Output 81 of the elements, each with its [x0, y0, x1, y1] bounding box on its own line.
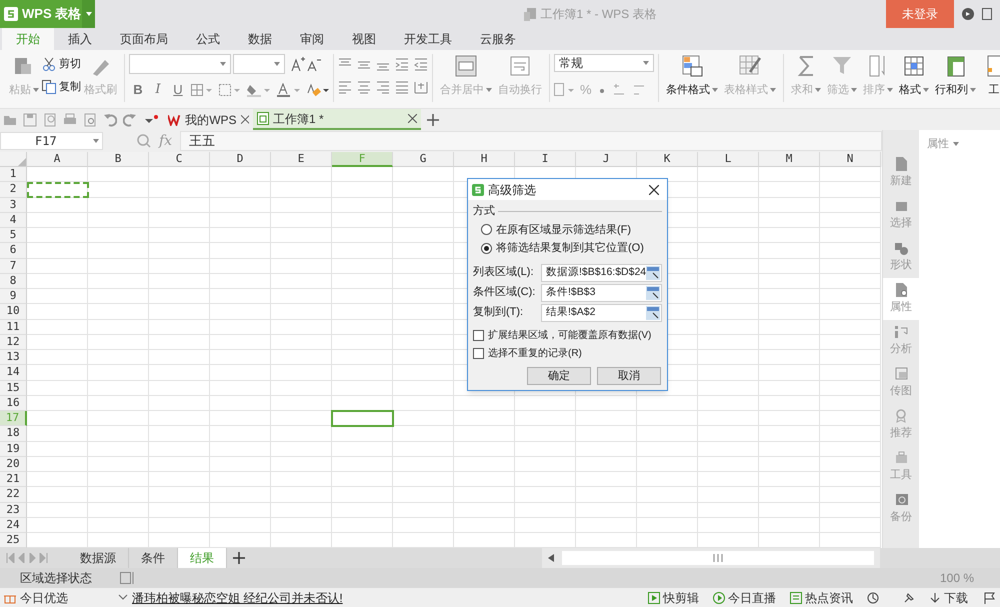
field-label: 条件区域(C): [473, 285, 536, 300]
menu-tab[interactable]: 审阅 [286, 28, 338, 50]
row-header[interactable]: 21 [0, 472, 27, 488]
column-header[interactable]: D [210, 152, 271, 167]
row-header[interactable]: 9 [0, 289, 27, 304]
row-header[interactable]: 11 [0, 320, 27, 335]
range-field[interactable]: 条件!$B$3 [541, 284, 662, 302]
column-header[interactable]: H [454, 152, 515, 167]
row-header[interactable]: 24 [0, 518, 27, 533]
column-header[interactable]: C [149, 152, 210, 167]
ribbon-button[interactable]: 行和列 [932, 54, 979, 98]
ribbon-button[interactable]: 格式 [896, 54, 932, 98]
column-header[interactable]: B [88, 152, 149, 167]
news-bar-button[interactable]: 快剪辑 [648, 588, 699, 606]
row-header[interactable]: 15 [0, 380, 27, 396]
column-header[interactable]: L [698, 152, 759, 167]
ribbon-button[interactable]: 剪切 [42, 56, 81, 72]
dialog-title: 高级筛选 [488, 182, 537, 198]
document-tab[interactable]: 工作簿1 * [253, 109, 421, 130]
row-header[interactable]: 18 [0, 426, 27, 442]
number-format-dropdown[interactable]: 常规 [554, 54, 654, 72]
menu-tab[interactable]: 页面布局 [106, 28, 182, 50]
ribbon-button[interactable]: 条件格式 [663, 54, 721, 98]
row-header[interactable]: 10 [0, 304, 27, 320]
news-link[interactable]: 潘玮柏被曝秘恋空姐 经纪公司并未否认! [132, 588, 343, 606]
window-title: 工作簿1 * - WPS 表格 [540, 6, 656, 23]
row-header[interactable]: 20 [0, 456, 27, 472]
news-bar-button[interactable]: 下载 [929, 588, 968, 606]
row-header[interactable]: 6 [0, 243, 27, 258]
ribbon-button[interactable]: 复制 [42, 78, 81, 95]
row-header[interactable]: 2 [0, 182, 27, 198]
news-bar-button[interactable]: 热点资讯 [790, 588, 853, 606]
menu-tab[interactable]: 公式 [182, 28, 234, 50]
column-header[interactable]: J [576, 152, 637, 167]
style-button[interactable]: U [171, 80, 185, 100]
status-text: 区域选择状态 [20, 570, 92, 587]
row-header[interactable]: 22 [0, 487, 27, 502]
column-header[interactable]: A [27, 152, 88, 167]
column-header[interactable]: K [637, 152, 698, 167]
news-bar-button[interactable]: 今日直播 [713, 588, 776, 606]
dialog-button[interactable]: 确定 [527, 366, 591, 384]
row-header[interactable]: 5 [0, 228, 27, 244]
range-field[interactable]: 数据源!$B$16:$D$24 [541, 264, 662, 282]
column-header[interactable]: M [759, 152, 820, 167]
section-label: 方式 [473, 204, 495, 219]
row-header[interactable]: 23 [0, 502, 27, 518]
menu-tab[interactable]: 插入 [54, 28, 106, 50]
menu-tab[interactable]: 云服务 [466, 28, 530, 50]
radio-option[interactable]: 将筛选结果复制到其它位置(O) [473, 240, 662, 256]
field-label: 复制到(T): [473, 305, 524, 320]
row-header[interactable]: 1 [0, 167, 27, 182]
field-label: 列表区域(L): [473, 265, 534, 280]
menu-tab[interactable]: 视图 [338, 28, 390, 50]
column-header[interactable]: I [515, 152, 576, 167]
column-header[interactable]: N [820, 152, 881, 167]
row-header[interactable]: 12 [0, 334, 27, 350]
row-header[interactable]: 8 [0, 274, 27, 289]
checkbox-option[interactable]: 选择不重复的记录(R) [473, 346, 662, 360]
row-header[interactable]: 16 [0, 396, 27, 411]
menu-tab[interactable]: 开发工具 [390, 28, 466, 50]
checkbox-option[interactable]: 扩展结果区域，可能覆盖原有数据(V) [473, 328, 662, 342]
ribbon-button[interactable]: 工 [979, 54, 1000, 98]
row-header[interactable]: 19 [0, 442, 27, 457]
row-header[interactable]: 3 [0, 198, 27, 213]
dialog-button[interactable]: 取消 [597, 366, 661, 384]
column-header[interactable]: G [393, 152, 454, 167]
row-header[interactable]: 13 [0, 350, 27, 366]
style-button[interactable]: B [131, 80, 145, 100]
sheet-tab[interactable]: 结果 [178, 548, 227, 568]
style-button[interactable]: I [151, 80, 165, 100]
row-header[interactable]: 25 [0, 533, 27, 548]
name-box[interactable]: F17 [0, 132, 103, 150]
menu-tab[interactable]: 数据 [234, 28, 286, 50]
row-header[interactable]: 14 [0, 365, 27, 380]
row-header[interactable]: 7 [0, 258, 27, 274]
radio-option[interactable]: 在原有区域显示筛选结果(F) [473, 222, 662, 238]
range-field[interactable]: 结果!$A$2 [541, 304, 662, 322]
zoom-level: 100 % [940, 570, 974, 587]
row-header[interactable]: 4 [0, 212, 27, 228]
news-label[interactable]: 今日优选 [20, 588, 68, 606]
formula-field[interactable]: 王五 [180, 131, 882, 151]
